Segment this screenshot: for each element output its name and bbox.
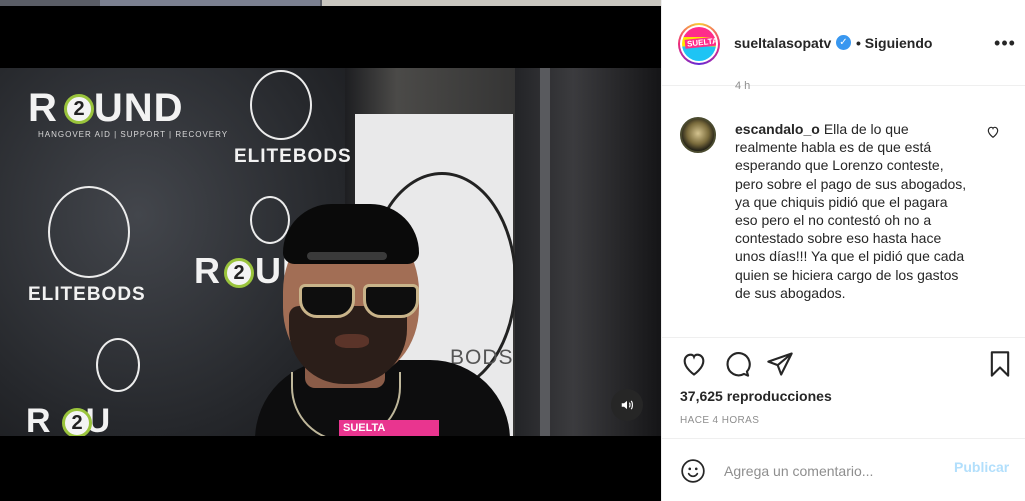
comment-icon[interactable] — [721, 349, 753, 381]
round-two-mark-bottom: 2 — [62, 408, 92, 436]
emoji-icon[interactable] — [680, 458, 706, 484]
post-header: SUELTA sueltalasopatv ✓ • Siguiendo ••• — [662, 0, 1025, 86]
sunglasses — [295, 284, 421, 320]
comment-input[interactable] — [724, 459, 944, 483]
interviewee: SUELTA — [255, 204, 515, 436]
dark-wall — [515, 68, 661, 436]
round-two-mark: 2 — [64, 94, 94, 124]
view-count[interactable]: 37,625 reproducciones — [680, 388, 832, 404]
share-icon[interactable] — [764, 349, 796, 381]
comment-like-heart-icon[interactable] — [986, 125, 1002, 141]
publish-button[interactable]: Publicar — [954, 459, 1009, 475]
caption-timestamp: 4 h — [735, 80, 751, 92]
bookmark-icon[interactable] — [984, 349, 1016, 381]
following-status[interactable]: • Siguiendo — [856, 35, 932, 51]
media-panel: R UND 2 HANGOVER AID | SUPPORT | RECOVERY… — [0, 0, 661, 501]
avatar[interactable]: SUELTA — [678, 23, 720, 65]
metal-pillar — [540, 68, 550, 436]
previous-media-strip — [0, 0, 661, 6]
comment-body: escandalo_o Ella de lo que realmente habl… — [735, 120, 967, 302]
following-label: Siguiendo — [864, 35, 933, 51]
comment-avatar[interactable] — [680, 117, 716, 153]
heart-icon[interactable] — [678, 349, 710, 381]
avatar-logo-text: SUELTA — [684, 36, 716, 49]
verified-badge-icon: ✓ — [836, 35, 851, 50]
volume-icon[interactable] — [611, 389, 643, 421]
video-player[interactable]: R UND 2 HANGOVER AID | SUPPORT | RECOVERY… — [0, 68, 661, 436]
backdrop-round-sub: HANGOVER AID | SUPPORT | RECOVERY — [38, 130, 229, 139]
separator-dot: • — [856, 35, 861, 51]
elitebods-ring-logo-left — [48, 186, 130, 278]
more-options-icon[interactable]: ••• — [990, 28, 1020, 58]
elitebods-ring-logo — [250, 70, 312, 140]
comment-username[interactable]: escandalo_o — [735, 121, 820, 137]
microphone-flag: SUELTA — [339, 420, 439, 436]
post-actions: 37,625 reproducciones HACE 4 HORAS — [662, 337, 1025, 437]
backdrop-logo-round: R UND — [28, 86, 184, 130]
username-link[interactable]: sueltalasopatv — [734, 35, 831, 51]
round-two-mark-mid: 2 — [224, 258, 254, 288]
post-side-panel: SUELTA sueltalasopatv ✓ • Siguiendo ••• … — [661, 0, 1025, 501]
elitebods-ring-logo-bottom — [96, 338, 140, 392]
post-time-ago[interactable]: HACE 4 HORAS — [680, 415, 759, 426]
add-comment-bar: Publicar — [662, 438, 1025, 501]
backdrop-logo-elite-left: ELITEBODS — [28, 284, 146, 305]
comment-text: Ella de lo que realmente habla es de que… — [735, 121, 967, 301]
backdrop-logo-elite-top: ELITEBODS — [234, 146, 352, 167]
